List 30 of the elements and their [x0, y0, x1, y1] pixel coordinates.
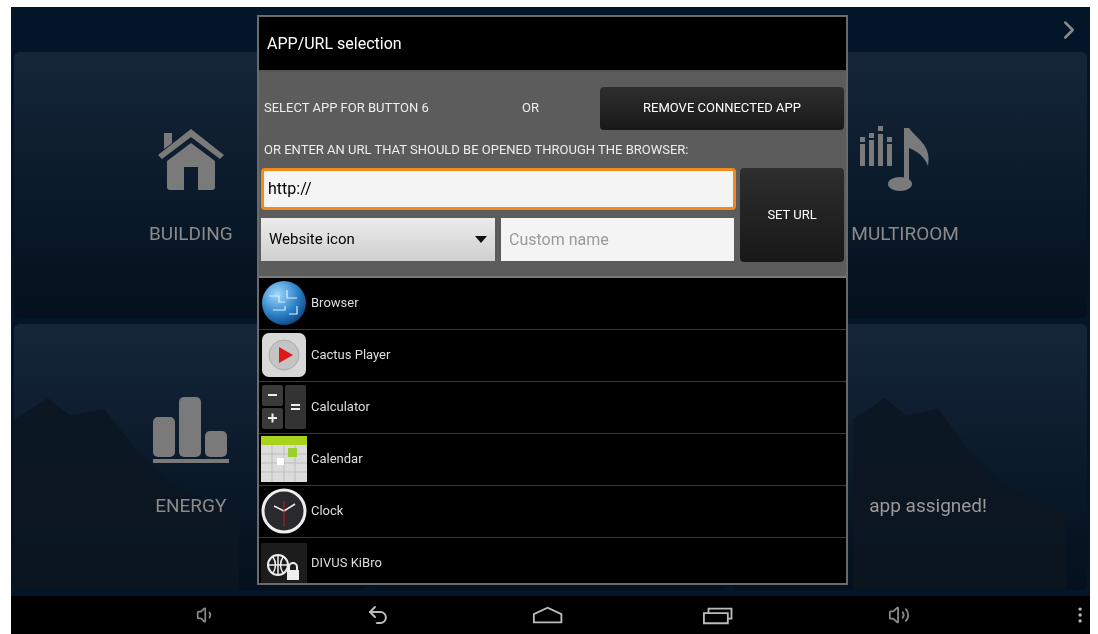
tile-label: app assigned! [869, 492, 987, 519]
app-list-item[interactable]: Browser [259, 277, 846, 330]
dialog-title: APP/URL selection [267, 32, 402, 55]
icon-dropdown[interactable]: Website icon [261, 217, 495, 261]
app-name: Calendar [311, 450, 363, 469]
globe-icon [261, 280, 307, 326]
recent-apps-icon[interactable] [703, 605, 733, 625]
app-list-item[interactable]: Calendar [259, 433, 846, 486]
custom-name-field[interactable]: Custom name [501, 217, 734, 261]
app-list-item[interactable]: Clock [259, 485, 846, 538]
set-url-button[interactable]: SET URL [740, 167, 844, 262]
home-icon[interactable] [532, 605, 564, 625]
app-name: Browser [311, 294, 359, 313]
globe-lock-icon [261, 543, 307, 583]
calculator-icon [261, 384, 307, 430]
tile-label: ENERGY [155, 492, 227, 519]
app-list-item[interactable]: Calculator [259, 381, 846, 434]
calendar-icon [261, 436, 307, 482]
app-name: Clock [311, 502, 344, 521]
bar-chart-icon [152, 397, 229, 463]
play-icon [261, 332, 307, 378]
remove-app-button[interactable]: REMOVE CONNECTED APP [600, 86, 844, 130]
dropdown-caret-icon [475, 235, 487, 243]
app-name: Calculator [311, 398, 370, 417]
url-field[interactable]: http:// [261, 167, 737, 210]
clock-icon [261, 488, 307, 534]
tile-label: MULTIROOM [851, 220, 959, 247]
tile-label: BUILDING [148, 220, 233, 247]
or-label: OR [522, 99, 540, 118]
app-list-item[interactable]: Cactus Player [259, 329, 846, 382]
